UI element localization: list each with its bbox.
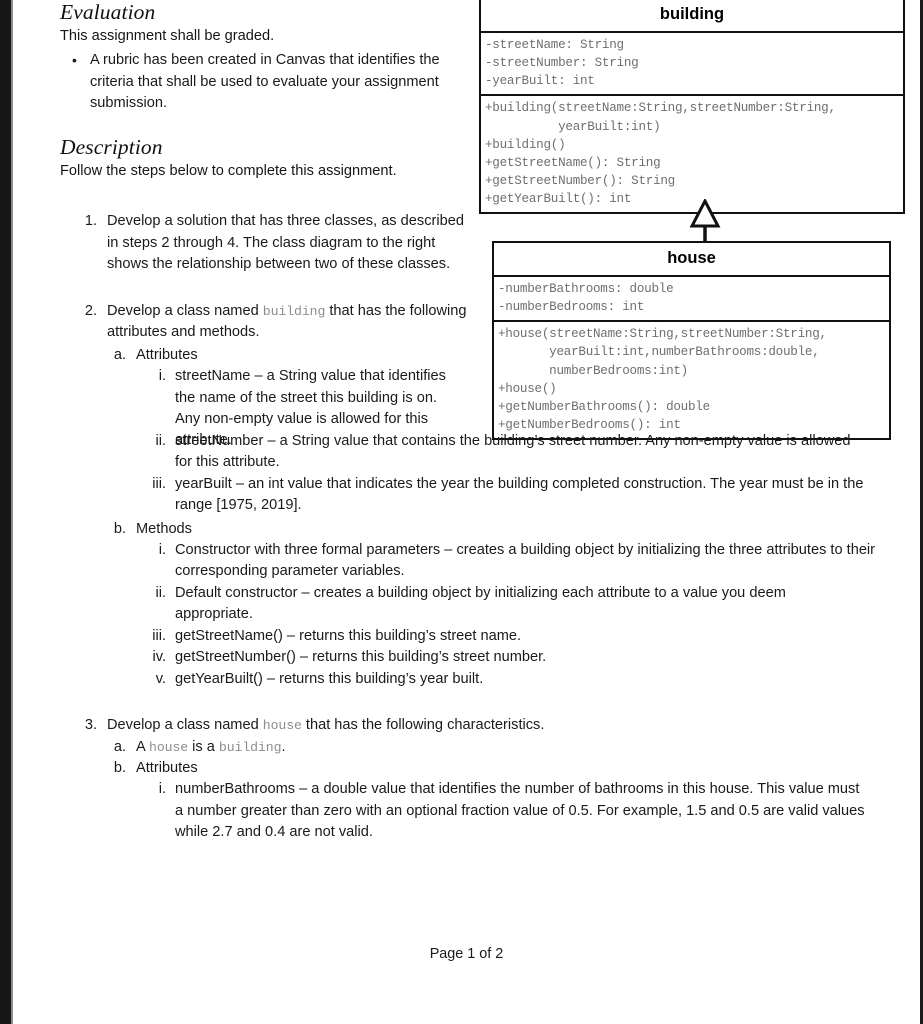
step-2a-iii-text: yearBuilt – an int value that indicates …	[175, 475, 864, 514]
step-2b-label: Methods	[136, 520, 192, 537]
step-2b-marker: b.	[113, 520, 126, 537]
step-3: 3. Develop a class named house that has …	[60, 715, 923, 736]
step-2-text-before: Develop a class named	[107, 302, 259, 319]
step-3a-code-house: house	[149, 739, 189, 755]
step-2b: b. Methods	[60, 519, 923, 540]
evaluation-intro: This assignment shall be graded.	[60, 28, 275, 44]
step-3a-code-building: building	[218, 739, 282, 755]
step-2b-ii-marker: ii.	[155, 584, 166, 601]
step-2b-ii: ii. Default constructor – creates a buil…	[60, 583, 923, 626]
document-text-body: Evaluation This assignment shall be grad…	[13, 0, 923, 844]
step-3a: a. A house is a building.	[60, 737, 923, 758]
step-2b-v-marker: v.	[155, 670, 166, 687]
scan-edge-bar-left	[0, 0, 11, 1024]
step-2b-v-text: getYearBuilt() – returns this building’s…	[175, 670, 484, 687]
heading-evaluation: Evaluation	[60, 0, 156, 24]
step-3a-suffix: .	[281, 738, 286, 755]
step-2-code-building: building	[262, 303, 326, 319]
step-2b-iii-marker: iii.	[152, 627, 166, 644]
step-3a-prefix: A	[136, 738, 145, 755]
step-2b-iv-text: getStreetNumber() – returns this buildin…	[175, 649, 547, 666]
step-2b-i-marker: i.	[158, 542, 166, 559]
step-1-text: Develop a solution that has three classe…	[107, 213, 464, 273]
step-3-code-house: house	[262, 718, 302, 734]
step-3a-middle: is a	[192, 738, 215, 755]
step-2a-ii-marker: ii.	[155, 432, 166, 449]
step-1: 1. Develop a solution that has three cla…	[60, 211, 923, 275]
description-intro: Follow the steps below to complete this …	[60, 163, 397, 180]
step-2a-iii: iii. yearBuilt – an int value that indic…	[60, 474, 923, 517]
document-page: building -streetName: String -streetNumb…	[13, 0, 920, 1024]
step-2a-ii-text: streetNumber – a String value that conta…	[175, 432, 851, 471]
step-2a-ii: ii. streetNumber – a String value that c…	[60, 431, 923, 474]
step-2b-i: i. Constructor with three formal paramet…	[60, 540, 923, 583]
step-3-text: Develop a class named house that has the…	[107, 715, 923, 736]
step-2: 2. Develop a class named building that h…	[60, 301, 923, 344]
step-2-text: Develop a class named building that has …	[107, 301, 475, 344]
step-2a-iii-marker: iii.	[152, 475, 166, 492]
step-2b-iii: iii. getStreetName() – returns this buil…	[60, 626, 923, 647]
step-3b-marker: b.	[113, 759, 126, 776]
evaluation-bullet-item: • A rubric has been created in Canvas th…	[60, 50, 923, 114]
step-1-marker: 1.	[84, 213, 97, 230]
step-3-marker: 3.	[84, 717, 97, 734]
step-2a-label: Attributes	[136, 346, 198, 363]
step-3-text-before: Develop a class named	[107, 717, 259, 734]
step-2b-iii-text: getStreetName() – returns this building’…	[175, 627, 522, 644]
step-2a: a. Attributes	[60, 345, 923, 366]
step-3b-i: i. numberBathrooms – a double value that…	[60, 779, 923, 843]
evaluation-bullet-text: A rubric has been created in Canvas that…	[90, 52, 440, 111]
step-2b-iv-marker: iv.	[152, 649, 166, 666]
step-2a-marker: a.	[113, 346, 126, 363]
step-3b-label: Attributes	[136, 759, 198, 776]
step-3-text-after: that has the following characteristics.	[305, 717, 545, 734]
step-3b: b. Attributes	[60, 758, 923, 779]
step-2-marker: 2.	[84, 302, 97, 319]
bullet-marker-icon: •	[72, 52, 77, 69]
step-2b-iv: iv. getStreetNumber() – returns this bui…	[60, 647, 923, 668]
page-footer: Page 1 of 2	[429, 946, 504, 962]
step-3a-marker: a.	[113, 738, 126, 755]
step-2b-ii-text: Default constructor – creates a building…	[175, 584, 786, 623]
step-3b-i-marker: i.	[158, 781, 166, 798]
step-2b-v: v. getYearBuilt() – returns this buildin…	[60, 669, 923, 690]
step-2b-i-text: Constructor with three formal parameters…	[175, 542, 876, 580]
heading-description: Description	[60, 135, 163, 160]
step-3b-i-text: numberBathrooms – a double value that id…	[175, 781, 865, 841]
step-3a-text: A house is a building.	[136, 737, 923, 758]
